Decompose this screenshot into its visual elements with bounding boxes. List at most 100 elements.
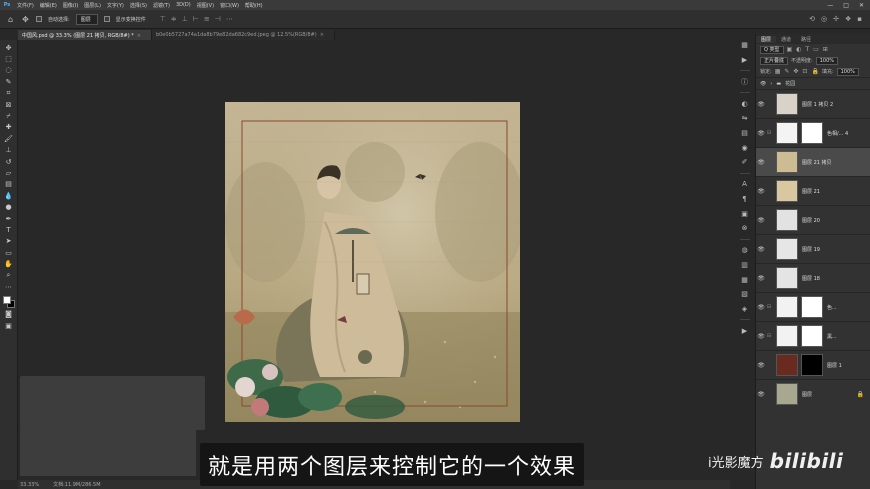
layer-row[interactable]: 👁 图层 20 — [756, 205, 870, 234]
eye-icon[interactable]: 👁 — [756, 130, 766, 137]
history-icon[interactable]: ▦ — [739, 38, 751, 53]
eraser-tool-icon[interactable]: ▱ — [2, 167, 16, 178]
align-hcenter-icon[interactable]: ≡ — [204, 15, 210, 23]
close-button[interactable]: ✕ — [859, 2, 864, 9]
menu-help[interactable]: 帮助(H) — [242, 2, 266, 9]
smart-filter-icon[interactable]: ⊞ — [823, 46, 828, 53]
align-vcenter-icon[interactable]: ≑ — [171, 15, 177, 23]
chevron-right-icon[interactable]: › — [770, 81, 772, 87]
path-select-icon[interactable]: ➤ — [2, 236, 16, 247]
align-left-icon[interactable]: ⊢ — [193, 15, 199, 23]
blur-tool-icon[interactable]: 💧 — [2, 190, 16, 201]
eye-icon[interactable]: 👁 — [756, 333, 766, 340]
adjustment-filter-icon[interactable]: ◐ — [796, 46, 801, 53]
zoom-level[interactable]: 33.33% — [20, 482, 39, 488]
layer-mask-thumbnail[interactable] — [801, 296, 823, 318]
distribute-icon[interactable]: ⋯ — [226, 15, 233, 23]
eye-icon[interactable]: 👁 — [760, 81, 766, 87]
brush-tool-icon[interactable]: 🖌 — [2, 133, 16, 144]
eye-icon[interactable]: 👁 — [756, 101, 766, 108]
show-transform-checkbox[interactable] — [103, 16, 110, 22]
layer-row[interactable]: 👁 图层 21 拷贝 — [756, 147, 870, 176]
layer-mask-thumbnail[interactable] — [801, 122, 823, 144]
menu-file[interactable]: 文件(F) — [14, 2, 37, 9]
pan-3d-icon[interactable]: ✢ — [833, 15, 839, 23]
scale-3d-icon[interactable]: ▪ — [857, 15, 862, 23]
shape-filter-icon[interactable]: ▭ — [813, 46, 819, 53]
minimize-button[interactable]: — — [827, 2, 833, 9]
menu-view[interactable]: 视图(V) — [194, 2, 217, 9]
layer-thumbnail[interactable] — [776, 209, 798, 231]
lasso-tool-icon[interactable]: ◌ — [2, 65, 16, 76]
document-canvas[interactable] — [225, 102, 520, 422]
layer-thumbnail[interactable] — [776, 296, 798, 318]
layer-row[interactable]: 👁 图层 1 — [756, 350, 870, 379]
menu-image[interactable]: 图像(I) — [60, 2, 81, 9]
opacity-field[interactable]: 100% — [815, 56, 838, 65]
lock-position-icon[interactable]: ✥ — [793, 68, 798, 75]
libraries-icon[interactable]: ▤ — [739, 126, 751, 141]
roll-3d-icon[interactable]: ◎ — [821, 15, 827, 23]
layer-row[interactable]: 👁 图层 18 — [756, 263, 870, 292]
color-icon[interactable]: ◍ — [739, 243, 751, 258]
layer-row[interactable]: 👁 图层 21 — [756, 176, 870, 205]
healing-brush-icon[interactable]: ✚ — [2, 122, 16, 133]
maximize-button[interactable]: □ — [843, 2, 849, 9]
close-icon[interactable]: × — [320, 32, 324, 38]
actions-icon[interactable]: ▶ — [739, 53, 751, 68]
eye-icon[interactable]: 👁 — [756, 188, 766, 195]
move-tool-icon[interactable]: ✥ — [21, 15, 30, 24]
eye-icon[interactable]: 👁 — [756, 391, 766, 398]
lock-paint-icon[interactable]: ✎ — [784, 68, 789, 75]
layer-row[interactable]: 👁 图层 🔒 — [756, 379, 870, 408]
menu-window[interactable]: 窗口(W) — [217, 2, 242, 9]
foreground-color[interactable] — [2, 295, 11, 304]
layer-row[interactable]: 👁 ⊟ 黑... — [756, 321, 870, 350]
align-bottom-icon[interactable]: ⊥ — [182, 15, 188, 23]
tab-paths[interactable]: 路径 — [796, 36, 816, 43]
paragraph-icon[interactable]: ¶ — [739, 192, 751, 207]
home-icon[interactable]: ⌂ — [6, 15, 15, 24]
character-icon[interactable]: A — [739, 177, 751, 192]
clone-stamp-icon[interactable]: ⊥ — [2, 145, 16, 156]
glyphs-icon[interactable]: ▣ — [739, 206, 751, 221]
zoom-tool-icon[interactable]: ⌕ — [2, 270, 16, 281]
layer-row[interactable]: 👁 图层 19 — [756, 234, 870, 263]
hand-tool-icon[interactable]: ✋ — [2, 258, 16, 269]
menu-filter[interactable]: 滤镜(T) — [150, 2, 173, 9]
menu-type[interactable]: 文字(Y) — [104, 2, 127, 9]
fill-field[interactable]: 100% — [836, 67, 859, 76]
blend-mode-dropdown[interactable]: 正片叠底 — [760, 56, 789, 65]
layer-row[interactable]: 👁 ⊟ 色... — [756, 292, 870, 321]
adjustments-icon[interactable]: ◐ — [739, 96, 751, 111]
tab-channels[interactable]: 通道 — [776, 36, 796, 43]
type-filter-icon[interactable]: T — [805, 46, 809, 53]
crop-tool-icon[interactable]: ⌗ — [2, 88, 16, 99]
orbit-3d-icon[interactable]: ⟲ — [809, 15, 815, 23]
layer-row[interactable]: 👁 ⊟ 色相/... 4 — [756, 118, 870, 147]
dodge-tool-icon[interactable]: ● — [2, 201, 16, 212]
type-tool-icon[interactable]: T — [2, 224, 16, 235]
lock-pixels-icon[interactable]: ▦ — [775, 68, 781, 75]
eye-icon[interactable]: 👁 — [756, 217, 766, 224]
eye-icon[interactable]: 👁 — [756, 304, 766, 311]
align-top-icon[interactable]: ⊤ — [160, 15, 166, 23]
eyedropper-tool-icon[interactable]: ⌿ — [2, 110, 16, 121]
quick-select-tool-icon[interactable]: ✎ — [2, 76, 16, 87]
menu-select[interactable]: 选择(S) — [127, 2, 150, 9]
auto-select-checkbox[interactable] — [36, 16, 42, 22]
more-tools-icon[interactable]: ⋯ — [2, 281, 16, 292]
lock-all-icon[interactable]: 🔒 — [811, 68, 818, 75]
eye-icon[interactable]: 👁 — [756, 362, 766, 369]
tab-document-psd[interactable]: 中国风.psd @ 33.3% (图层 21 拷贝, RGB/8#) * × — [18, 30, 152, 40]
rectangle-tool-icon[interactable]: ▭ — [2, 247, 16, 258]
history-brush-icon[interactable]: ↺ — [2, 156, 16, 167]
layer-thumbnail[interactable] — [776, 354, 798, 376]
layer-thumbnail[interactable] — [776, 151, 798, 173]
patterns-icon[interactable]: ▦ — [739, 272, 751, 287]
tab-layers[interactable]: 图层 — [756, 35, 777, 43]
layer-row[interactable]: 👁 图层 1 拷贝 2 — [756, 89, 870, 118]
layer-thumbnail[interactable] — [776, 383, 798, 405]
marquee-tool-icon[interactable]: ⬚ — [2, 53, 16, 64]
color-swatches[interactable] — [2, 295, 16, 309]
